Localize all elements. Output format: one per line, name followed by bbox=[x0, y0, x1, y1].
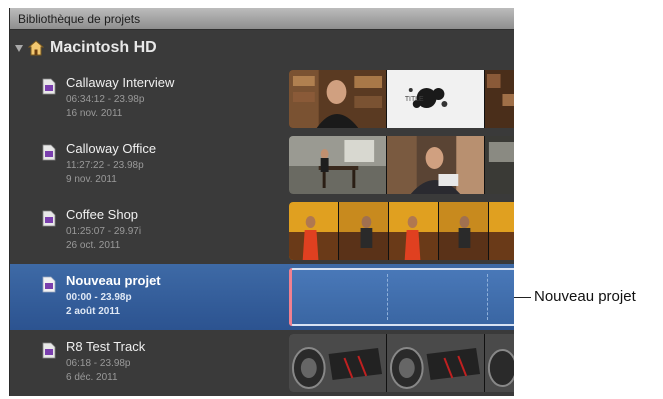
project-file-icon bbox=[42, 78, 56, 95]
project-list: Callaway Interview 06:34:12 - 23.98p 16 … bbox=[10, 66, 514, 396]
project-library-panel: Bibliothèque de projets Macintosh HD Cal… bbox=[9, 8, 514, 396]
project-date: 26 oct. 2011 bbox=[66, 240, 121, 251]
filmstrip-thumbnail bbox=[339, 202, 389, 260]
filmstrip-thumbnail: TITLE bbox=[387, 70, 485, 128]
project-name: Nouveau projet bbox=[66, 273, 161, 288]
project-name: Callaway Interview bbox=[66, 75, 175, 90]
project-meta: 06:18 - 23.98p 6 déc. 2011 bbox=[66, 357, 131, 385]
project-row-coffee-shop[interactable]: Coffee Shop 01:25:07 - 29.97i 26 oct. 20… bbox=[10, 198, 514, 264]
filmstrip-thumbnail bbox=[485, 70, 514, 128]
project-name: R8 Test Track bbox=[66, 339, 146, 354]
filmstrip-divider bbox=[387, 274, 388, 320]
project-row-r8-test-track[interactable]: R8 Test Track 06:18 - 23.98p 6 déc. 2011 bbox=[10, 330, 514, 396]
project-timecode: 01:25:07 - 29.97i bbox=[66, 226, 142, 237]
filmstrip-thumbnail bbox=[387, 334, 485, 392]
callout-leader-line bbox=[514, 297, 531, 298]
project-file-icon bbox=[42, 342, 56, 359]
project-file-icon bbox=[42, 276, 56, 293]
filmstrip-thumbnail bbox=[485, 334, 514, 392]
filmstrip-thumbnail bbox=[289, 334, 387, 392]
playhead-marker bbox=[289, 268, 292, 326]
filmstrip-thumbnail bbox=[439, 202, 489, 260]
filmstrip-divider bbox=[487, 274, 488, 320]
volume-row-macintosh-hd[interactable]: Macintosh HD bbox=[10, 34, 514, 62]
project-meta: 00:00 - 23.98p 2 août 2011 bbox=[66, 291, 132, 319]
project-name: Calloway Office bbox=[66, 141, 157, 156]
filmstrip-thumbnail bbox=[389, 202, 439, 260]
project-row-callaway-interview[interactable]: Callaway Interview 06:34:12 - 23.98p 16 … bbox=[10, 66, 514, 132]
callout-label: Nouveau projet bbox=[534, 288, 636, 305]
filmstrip-thumbnail bbox=[489, 202, 514, 260]
volume-label: Macintosh HD bbox=[50, 39, 157, 56]
empty-project-filmstrip[interactable] bbox=[289, 268, 514, 326]
house-icon bbox=[28, 40, 44, 56]
filmstrip-thumbnail bbox=[289, 202, 339, 260]
project-name: Coffee Shop bbox=[66, 207, 139, 222]
filmstrip-thumbnail bbox=[387, 136, 485, 194]
project-meta: 01:25:07 - 29.97i 26 oct. 2011 bbox=[66, 225, 141, 253]
filmstrip-thumbnail bbox=[289, 136, 387, 194]
project-date: 6 déc. 2011 bbox=[66, 372, 118, 383]
disclosure-triangle-icon[interactable] bbox=[15, 44, 23, 52]
project-meta: 06:34:12 - 23.98p 16 nov. 2011 bbox=[66, 93, 144, 121]
project-row-calloway-office[interactable]: Calloway Office 11:27:22 - 23.98p 9 nov.… bbox=[10, 132, 514, 198]
svg-text:TITLE: TITLE bbox=[405, 96, 424, 103]
project-filmstrip[interactable] bbox=[289, 136, 514, 194]
filmstrip-thumbnail bbox=[485, 136, 514, 194]
project-file-icon bbox=[42, 210, 56, 227]
project-filmstrip[interactable] bbox=[289, 202, 514, 260]
project-filmstrip[interactable] bbox=[289, 334, 514, 392]
project-meta: 11:27:22 - 23.98p 9 nov. 2011 bbox=[66, 159, 144, 187]
panel-title: Bibliothèque de projets bbox=[10, 8, 514, 30]
project-row-nouveau-projet[interactable]: Nouveau projet 00:00 - 23.98p 2 août 201… bbox=[10, 264, 514, 330]
project-timecode: 06:34:12 - 23.98p bbox=[66, 94, 145, 105]
project-timecode: 11:27:22 - 23.98p bbox=[66, 160, 144, 171]
project-date: 9 nov. 2011 bbox=[66, 174, 117, 185]
project-date: 16 nov. 2011 bbox=[66, 108, 123, 119]
filmstrip-thumbnail bbox=[289, 70, 387, 128]
project-file-icon bbox=[42, 144, 56, 161]
project-timecode: 00:00 - 23.98p bbox=[66, 292, 132, 303]
project-timecode: 06:18 - 23.98p bbox=[66, 358, 131, 369]
project-filmstrip[interactable]: TITLE bbox=[289, 70, 514, 128]
project-date: 2 août 2011 bbox=[66, 306, 120, 317]
